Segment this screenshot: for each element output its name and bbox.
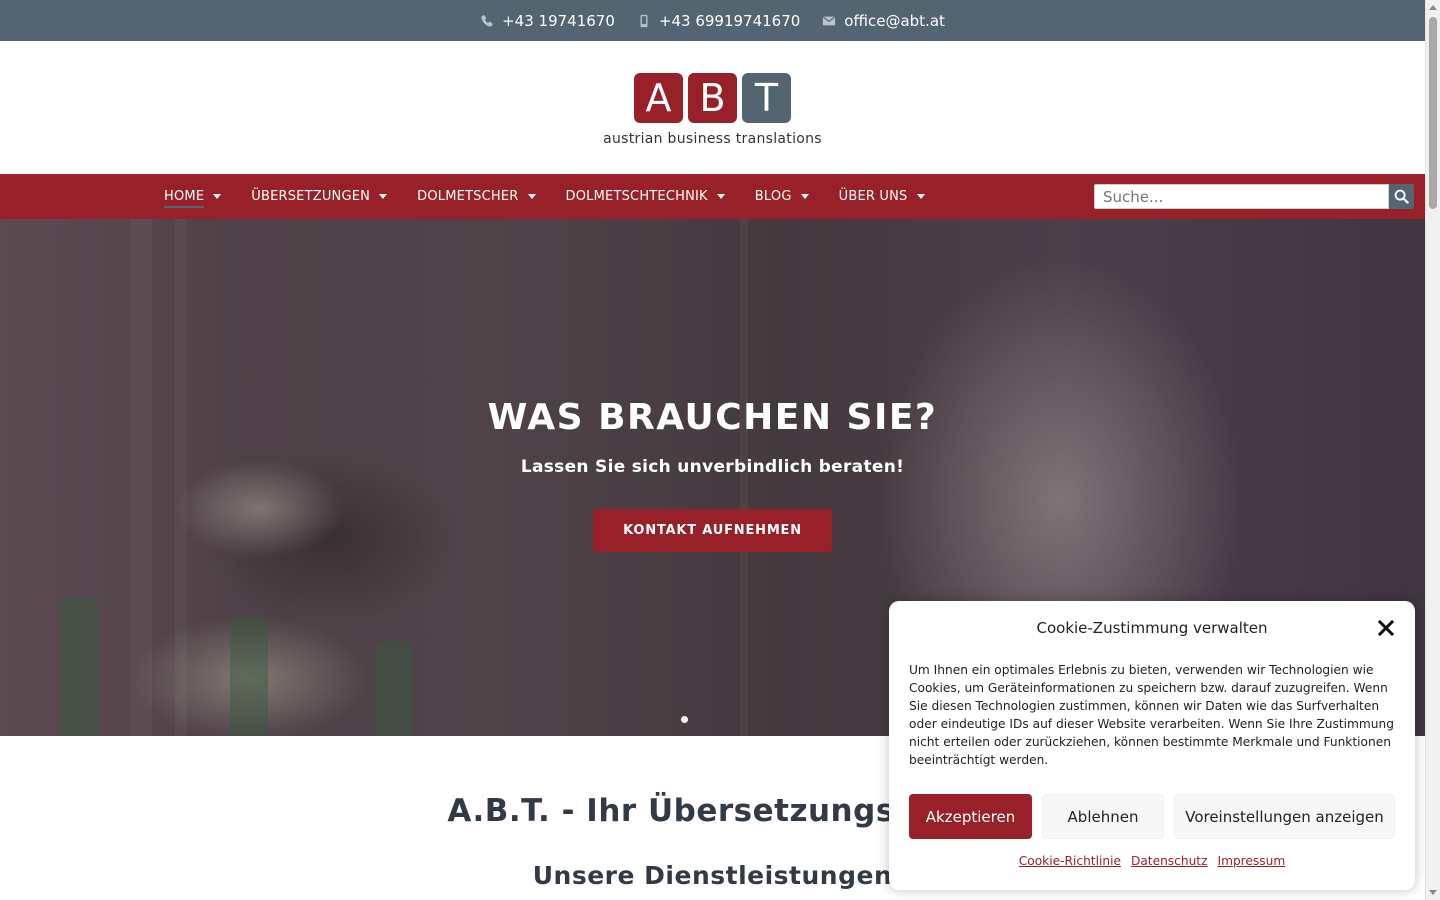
- scrollbar-thumb[interactable]: [1429, 17, 1437, 209]
- logo-letter-b: B: [688, 72, 737, 123]
- logo[interactable]: A B T: [634, 72, 791, 123]
- imprint-link[interactable]: Impressum: [1217, 854, 1285, 868]
- nav-item-label: HOME: [164, 185, 205, 208]
- privacy-link[interactable]: Datenschutz: [1131, 854, 1208, 868]
- scroll-up-icon[interactable]: [1429, 5, 1437, 10]
- hero-content: WAS BRAUCHEN SIE? Lassen Sie sich unverb…: [0, 397, 1425, 552]
- cookie-dialog-title: Cookie-Zustimmung verwalten: [1036, 619, 1268, 637]
- hero-background-detail: [375, 641, 413, 736]
- mobile-number: +43 69919741670: [658, 11, 801, 30]
- nav-item-label: ÜBERSETZUNGEN: [251, 189, 371, 204]
- cookie-policy-link[interactable]: Cookie-Richtlinie: [1019, 854, 1121, 868]
- phone-icon: [481, 14, 493, 27]
- caret-down-icon[interactable]: [716, 194, 725, 199]
- nav-item-label: BLOG: [754, 189, 792, 204]
- cookie-dialog-text: Um Ihnen ein optimales Erlebnis zu biete…: [909, 663, 1394, 767]
- main-nav: HOME ÜBERSETZUNGEN DOLMETSCHER DOLMETSCH…: [0, 174, 1425, 219]
- nav-item-ueber-uns[interactable]: ÜBER UNS: [839, 185, 925, 208]
- nav-menu: HOME ÜBERSETZUNGEN DOLMETSCHER DOLMETSCH…: [164, 185, 955, 208]
- preferences-button[interactable]: Voreinstellungen anzeigen: [1174, 794, 1395, 839]
- contact-button[interactable]: KONTAKT AUFNEHMEN: [593, 509, 832, 552]
- nav-item-label: DOLMETSCHTECHNIK: [565, 189, 708, 204]
- hero-background-detail: [230, 616, 268, 736]
- contact-bar: +43 19741670 +43 69919741670 office@abt.…: [0, 0, 1425, 41]
- deny-button[interactable]: Ablehnen: [1042, 794, 1164, 839]
- logo-tagline: austrian business translations: [603, 130, 822, 147]
- site-header: A B T austrian business translations: [0, 41, 1425, 174]
- nav-item-dolmetschtechnik[interactable]: DOLMETSCHTECHNIK: [566, 185, 725, 208]
- scroll-down-icon[interactable]: [1429, 890, 1437, 895]
- email-link[interactable]: office@abt.at: [822, 12, 945, 30]
- hero-title: WAS BRAUCHEN SIE?: [487, 397, 938, 438]
- hero-subtitle: Lassen Sie sich unverbindlich beraten!: [520, 457, 905, 477]
- nav-item-dolmetscher[interactable]: DOLMETSCHER: [417, 185, 536, 208]
- caret-down-icon[interactable]: [527, 194, 536, 199]
- accept-button[interactable]: Akzeptieren: [909, 794, 1032, 839]
- page-scrollbar[interactable]: [1425, 0, 1440, 900]
- cookie-links: Cookie-Richtlinie Datenschutz Impressum: [889, 854, 1415, 868]
- nav-item-blog[interactable]: BLOG: [755, 185, 809, 208]
- hero-background-detail: [60, 596, 98, 736]
- nav-item-home[interactable]: HOME: [164, 185, 222, 208]
- caret-down-icon[interactable]: [213, 194, 222, 199]
- search-input[interactable]: [1094, 184, 1389, 209]
- search-button[interactable]: [1389, 184, 1414, 209]
- nav-item-label: ÜBER UNS: [838, 189, 908, 204]
- envelope-icon: [823, 16, 836, 25]
- cookie-consent-dialog: Cookie-Zustimmung verwalten Um Ihnen ein…: [889, 601, 1415, 890]
- mobile-phone-icon: [640, 14, 648, 27]
- logo-letter-t: T: [742, 72, 791, 123]
- close-icon[interactable]: [1377, 619, 1395, 637]
- email-address: office@abt.at: [844, 11, 945, 30]
- phone-number: +43 19741670: [502, 11, 615, 30]
- search-form: [1094, 184, 1414, 209]
- nav-item-label: DOLMETSCHER: [417, 189, 519, 204]
- phone-link[interactable]: +43 19741670: [480, 12, 615, 30]
- logo-letter-a: A: [634, 72, 683, 123]
- caret-down-icon[interactable]: [916, 194, 925, 199]
- cookie-button-row: Akzeptieren Ablehnen Voreinstellungen an…: [909, 794, 1395, 839]
- nav-item-uebersetzungen[interactable]: ÜBERSETZUNGEN: [251, 185, 388, 208]
- slider-dot[interactable]: [681, 716, 688, 723]
- caret-down-icon[interactable]: [379, 194, 388, 199]
- search-icon: [1394, 189, 1409, 204]
- caret-down-icon[interactable]: [800, 194, 809, 199]
- mobile-link[interactable]: +43 69919741670: [637, 12, 800, 30]
